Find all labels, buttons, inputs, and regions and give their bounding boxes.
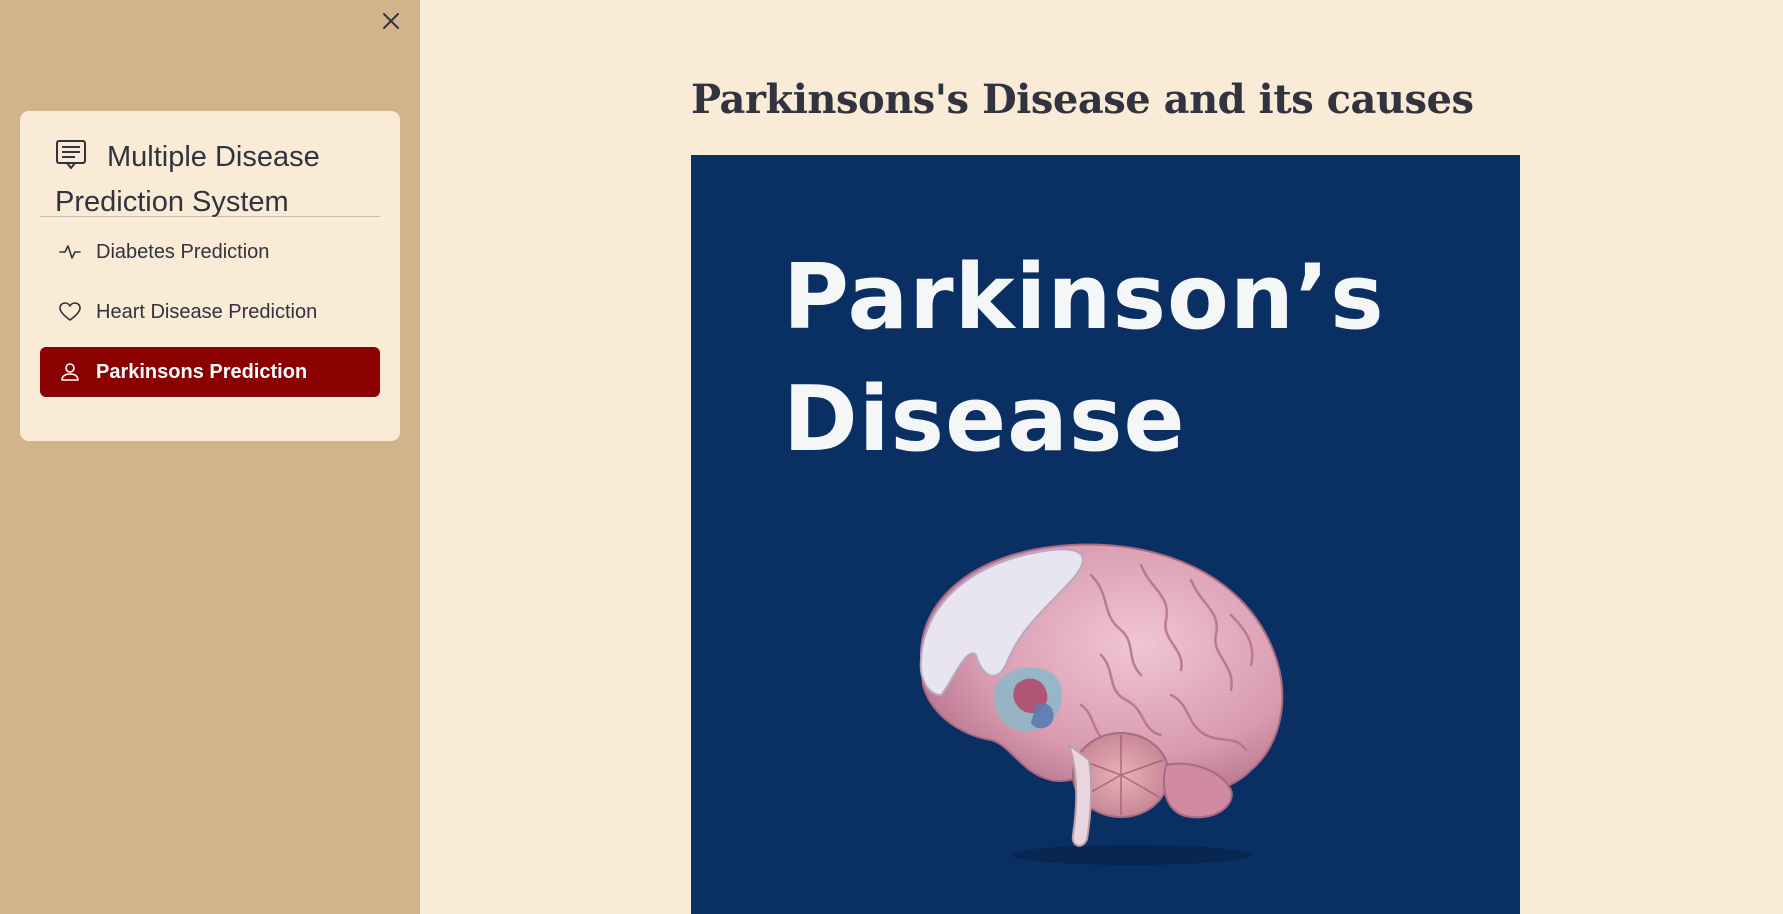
hero-image-text: Parkinson’s Disease bbox=[783, 237, 1385, 481]
main-content: Parkinsons's Disease and its causes Park… bbox=[420, 0, 1783, 914]
menu-title: Multiple Disease Prediction System bbox=[40, 135, 380, 225]
option-menu: Multiple Disease Prediction System Diabe… bbox=[20, 111, 400, 441]
heart-icon bbox=[59, 301, 81, 323]
menu-item-heart-disease[interactable]: Heart Disease Prediction bbox=[40, 287, 380, 337]
parkinsons-image: Parkinson’s Disease bbox=[691, 155, 1520, 914]
close-sidebar-button[interactable] bbox=[378, 8, 404, 34]
menu-title-text: Multiple Disease Prediction System bbox=[55, 141, 320, 218]
menu-item-diabetes[interactable]: Diabetes Prediction bbox=[40, 227, 380, 277]
page-title: Parkinsons's Disease and its causes bbox=[691, 76, 1474, 123]
menu-list: Diabetes Prediction Heart Disease Predic… bbox=[40, 217, 380, 397]
sidebar: Multiple Disease Prediction System Diabe… bbox=[0, 0, 420, 914]
activity-icon bbox=[59, 241, 81, 263]
menu-item-label: Diabetes Prediction bbox=[96, 240, 270, 263]
hero-line-2: Disease bbox=[783, 367, 1186, 472]
person-icon bbox=[59, 361, 81, 383]
menu-item-label: Heart Disease Prediction bbox=[96, 300, 318, 323]
hero-line-1: Parkinson’s bbox=[783, 245, 1385, 350]
close-icon bbox=[383, 13, 399, 29]
document-text-icon bbox=[55, 138, 87, 170]
menu-item-parkinsons[interactable]: Parkinsons Prediction bbox=[40, 347, 380, 397]
brain-illustration bbox=[919, 543, 1284, 865]
menu-header: Multiple Disease Prediction System bbox=[40, 111, 380, 218]
menu-item-label: Parkinsons Prediction bbox=[96, 360, 308, 383]
